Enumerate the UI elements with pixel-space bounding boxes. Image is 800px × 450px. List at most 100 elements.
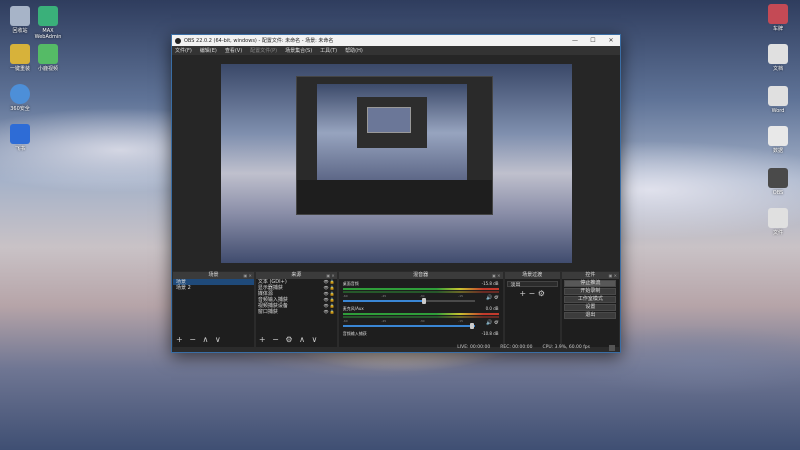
track-name: 麦克风/Aux [342,306,364,311]
dock-float-icon[interactable]: ▣ ✕ [243,272,251,279]
preview-area [172,55,620,271]
meter-scale: -60 -45 -30 -15 0 [342,319,499,323]
maximize-button[interactable]: ☐ [584,37,602,44]
window-title: OBS 22.0.2 (64-bit, windows) - 配置文件: 未命名… [184,38,334,44]
volume-slider[interactable] [342,323,476,329]
start-recording-button[interactable]: 开始录制 [564,288,617,295]
menu-bar: 文件(F) 编辑(E) 查看(V) 配置文件(P) 场景集合(S) 工具(T) … [172,46,620,55]
menu-profile[interactable]: 配置文件(P) [250,47,277,54]
stop-streaming-button[interactable]: 停止推流 [564,280,617,287]
feishu-glyph [10,124,30,144]
video-app-icon[interactable]: 小鹿视频 [30,44,66,72]
webadmin-icon[interactable]: MAX WebAdmin [30,6,66,40]
transitions-dock: 场景过渡 淡出 + − ⚙ [504,272,560,347]
webadmin-glyph [38,6,58,26]
source-label: 窗口捕获 [257,309,278,315]
menu-view[interactable]: 查看(V) [225,47,242,54]
track-name: 音频输入捕获 [342,331,367,336]
dock-float-icon[interactable]: ▣ ✕ [492,272,500,279]
right-icon-3[interactable]: Word [760,86,796,114]
scenes-title: 场景 [208,272,219,278]
right-glyph-3 [768,86,788,106]
nested-preview [296,76,493,215]
rec-time: REC: 00:00:00 [500,345,533,350]
controls-header: 控件 ▣ ✕ [561,272,619,279]
track-name: 桌面音频 [342,281,359,286]
transitions-toolbar[interactable]: + − ⚙ [505,289,560,298]
volume-knob[interactable] [469,323,474,329]
close-button[interactable]: ✕ [602,37,620,44]
nested-preview-canvas [317,84,467,182]
nested-preview-deep [357,97,427,148]
volume-meter [342,313,499,315]
minimize-button[interactable]: — [566,37,584,44]
scenes-header: 场景 ▣ ✕ [173,272,254,279]
meter-scale: -60 -45 -30 -15 0 [342,294,499,298]
status-bar: LIVE: 00:00:00 REC: 00:00:00 CPU: 3.9%, … [172,344,620,352]
scenes-dock: 场景 ▣ ✕ 场景 场景 2 + − ∧ ∨ [173,272,254,347]
nested-preview-core [367,107,411,133]
source-item[interactable]: 窗口捕获 👁 🔒 [256,309,337,315]
reinstall-glyph [10,44,30,64]
sources-dock: 来源 ▣ ✕ 文本 (GDI+) 👁 🔒 显示器捕获 👁 🔒 媒体源 👁 🔒 音频输入… [255,272,337,347]
dock-area: 场景 ▣ ✕ 场景 场景 2 + − ∧ ∨ 来源 ▣ ✕ 文本 (GDI+) 👁… [172,272,620,352]
right-glyph-5 [768,168,788,188]
mixer-track: 麦克风/Aux 0.0 dB -60 -45 -30 -15 0 🔊 ⚙ [339,304,503,329]
mixer-header: 混音器 ▣ ✕ [338,272,503,279]
nested-docks [297,180,492,214]
volume-meter [342,316,499,318]
sources-toolbar[interactable]: + − ⚙ ∧ ∨ [259,335,319,344]
right-icon-1[interactable]: 车牌 [760,4,796,32]
cpu-fps: CPU: 3.9%, 60.00 fps [542,345,591,350]
feishu-icon[interactable]: 飞书 [2,124,38,152]
menu-file[interactable]: 文件(F) [175,47,192,54]
speaker-gear-icon[interactable]: 🔊 ⚙ [486,295,498,301]
sources-title: 来源 [291,272,302,278]
right-glyph-6 [768,208,788,228]
right-icon-2[interactable]: 文档 [760,44,796,72]
transitions-title: 场景过渡 [522,272,543,278]
transitions-header: 场景过渡 [504,272,560,279]
scenes-toolbar[interactable]: + − ∧ ∨ [176,335,223,344]
right-icon-6[interactable]: 文件 [760,208,796,236]
menu-help[interactable]: 帮助(H) [345,47,363,54]
mixer-track: 音频输入捕获 -10.8 dB [339,329,503,339]
controls-title: 控件 [585,272,596,278]
mixer-track: 桌面音频 -15.8 dB -60 -45 -30 -15 0 🔊 ⚙ [339,279,503,304]
menu-edit[interactable]: 编辑(E) [200,47,217,54]
security-glyph [10,84,30,104]
menu-scene-collection[interactable]: 场景集合(S) [285,47,312,54]
sources-header: 来源 ▣ ✕ [255,272,337,279]
track-db: 0.0 dB [485,306,499,311]
dock-float-icon[interactable]: ▣ ✕ [326,272,334,279]
right-icon-5[interactable]: OBS [760,168,796,196]
obs-window: OBS 22.0.2 (64-bit, windows) - 配置文件: 未命名… [171,34,621,353]
controls-dock: 控件 ▣ ✕ 停止推流 开始录制 工作室模式 设置 退出 [561,272,619,347]
mixer-title: 混音器 [413,272,429,278]
settings-button[interactable]: 设置 [564,304,617,311]
right-glyph-2 [768,44,788,64]
speaker-gear-icon[interactable]: 🔊 ⚙ [486,320,498,326]
track-db: -15.8 dB [481,281,499,286]
studio-mode-button[interactable]: 工作室模式 [564,296,617,303]
live-time: LIVE: 00:00:00 [457,345,491,350]
dock-float-icon[interactable]: ▣ ✕ [609,272,617,279]
eye-lock-icon[interactable]: 👁 🔒 [323,309,334,315]
track-db: -10.8 dB [481,331,499,336]
mixer-dock: 混音器 ▣ ✕ 桌面音频 -15.8 dB -60 -45 -30 -15 0 🔊 ⚙ 麦… [338,272,503,347]
volume-meter [342,288,499,290]
preview-canvas[interactable] [221,64,572,263]
volume-slider[interactable] [342,298,476,304]
obs-logo-icon [175,37,181,44]
exit-button[interactable]: 退出 [564,312,617,319]
status-indicator-icon [609,345,615,351]
right-glyph-4 [768,126,788,146]
menu-tools[interactable]: 工具(T) [320,47,337,54]
title-bar[interactable]: OBS 22.0.2 (64-bit, windows) - 配置文件: 未命名… [172,35,620,46]
right-icon-4[interactable]: 数据 [760,126,796,154]
scene-item[interactable]: 场景 2 [173,285,254,291]
security-icon[interactable]: 360安全 [2,84,38,112]
video-app-glyph [38,44,58,64]
recycle-bin-glyph [10,6,30,26]
transition-select[interactable]: 淡出 [506,281,558,288]
